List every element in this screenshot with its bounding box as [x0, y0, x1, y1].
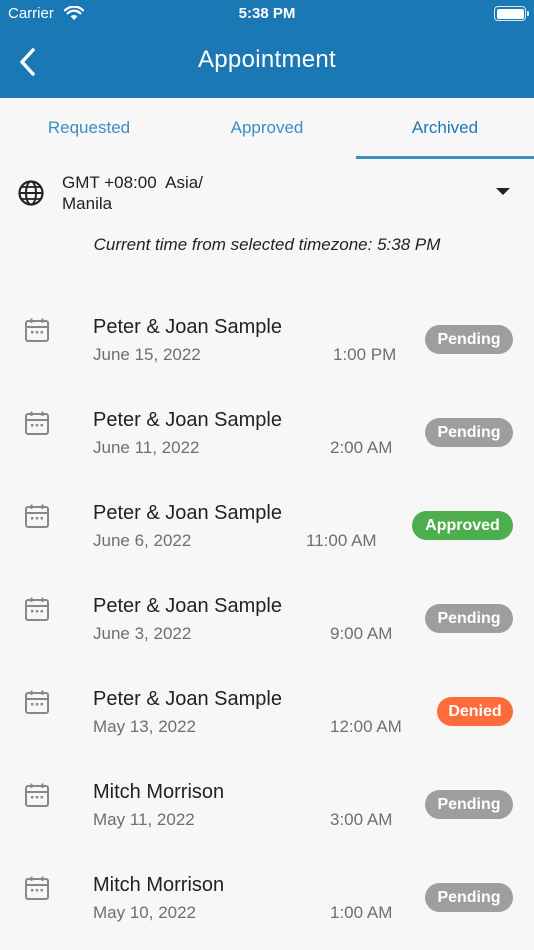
status-badge: Pending [425, 418, 513, 447]
appointment-name: Peter & Joan Sample [93, 409, 282, 431]
tab-approved[interactable]: Approved [178, 98, 356, 160]
appointment-time: 1:00 PM [333, 345, 397, 364]
appointment-date: June 11, 2022 [93, 438, 200, 457]
status-badge: Pending [425, 325, 513, 354]
appointment-date: June 6, 2022 [93, 531, 192, 550]
page-title: Appointment [197, 46, 337, 73]
appointment-name: Mitch Morrison [93, 781, 225, 803]
active-tab-indicator [356, 156, 534, 159]
tab-requested[interactable]: Requested [0, 98, 178, 160]
status-time: 5:38 PM [238, 5, 296, 22]
timezone-line1: GMT +08:00 Asia/ [62, 173, 203, 192]
appointment-time: 12:00 AM [330, 717, 402, 736]
status-badge: Pending [425, 883, 513, 912]
tab-archived[interactable]: Archived [356, 98, 534, 160]
appointment-date: June 15, 2022 [93, 345, 201, 364]
appointment-time: 11:00 AM [306, 531, 377, 550]
appointment-time: 1:00 AM [330, 903, 393, 922]
appointment-row[interactable]: Peter & Joan Sample June 11, 2022 2:00 AM P… [0, 383, 534, 476]
calendar-icon [24, 503, 50, 534]
appointment-row[interactable]: Mitch Morrison May 11, 2022 3:00 AM Pending [0, 755, 534, 848]
calendar-icon [24, 410, 50, 441]
appointment-row[interactable]: Peter & Joan Sample June 3, 2022 9:00 AM Pe… [0, 569, 534, 662]
appointment-time: 2:00 AM [330, 438, 393, 457]
timezone-line2: Manila [62, 194, 113, 213]
battery-icon [494, 6, 529, 21]
calendar-icon [24, 689, 50, 720]
appointment-name: Peter & Joan Sample [93, 316, 282, 338]
timezone-selector[interactable]: GMT +08:00 Asia/ Manila [0, 170, 534, 216]
status-bar: Carrier 5:38 PM [0, 0, 534, 28]
appointment-name: Peter & Joan Sample [93, 502, 282, 524]
app-header: Carrier 5:38 PM Appointment [0, 0, 534, 98]
appointment-row[interactable]: Peter & Joan Sample June 6, 2022 11:00 AM A… [0, 476, 534, 569]
calendar-icon [24, 782, 50, 813]
calendar-icon [24, 596, 50, 627]
tab-bar: Requested Approved Archived [0, 98, 534, 160]
appointment-name: Peter & Joan Sample [93, 595, 282, 617]
appointment-time: 9:00 AM [330, 624, 393, 643]
appointment-row[interactable]: Peter & Joan Sample May 13, 2022 12:00 AM D… [0, 662, 534, 755]
status-badge: Pending [425, 790, 513, 819]
appointment-date: May 11, 2022 [93, 810, 195, 829]
appointment-date: June 3, 2022 [93, 624, 192, 643]
appointment-row[interactable]: Peter & Joan Sample June 15, 2022 1:00 PM P… [0, 290, 534, 383]
current-time-text: Current time from selected timezone: 5:3… [93, 235, 441, 254]
appointment-list: Peter & Joan Sample June 15, 2022 1:00 PM P… [0, 290, 534, 941]
calendar-icon [24, 875, 50, 906]
appointment-name: Mitch Morrison [93, 874, 225, 896]
appointment-time: 3:00 AM [330, 810, 393, 829]
dropdown-caret-icon [496, 188, 510, 195]
appointment-row[interactable]: Mitch Morrison May 10, 2022 1:00 AM Pending [0, 848, 534, 941]
appointment-date: May 13, 2022 [93, 717, 197, 736]
status-badge: Pending [425, 604, 513, 633]
status-badge: Denied [437, 697, 513, 726]
status-badge: Approved [412, 511, 513, 540]
calendar-icon [24, 317, 50, 348]
globe-icon [18, 180, 44, 206]
appointment-name: Peter & Joan Sample [93, 688, 282, 710]
timezone-label: GMT +08:00 Asia/ Manila [62, 172, 262, 214]
appointment-date: May 10, 2022 [93, 903, 197, 922]
